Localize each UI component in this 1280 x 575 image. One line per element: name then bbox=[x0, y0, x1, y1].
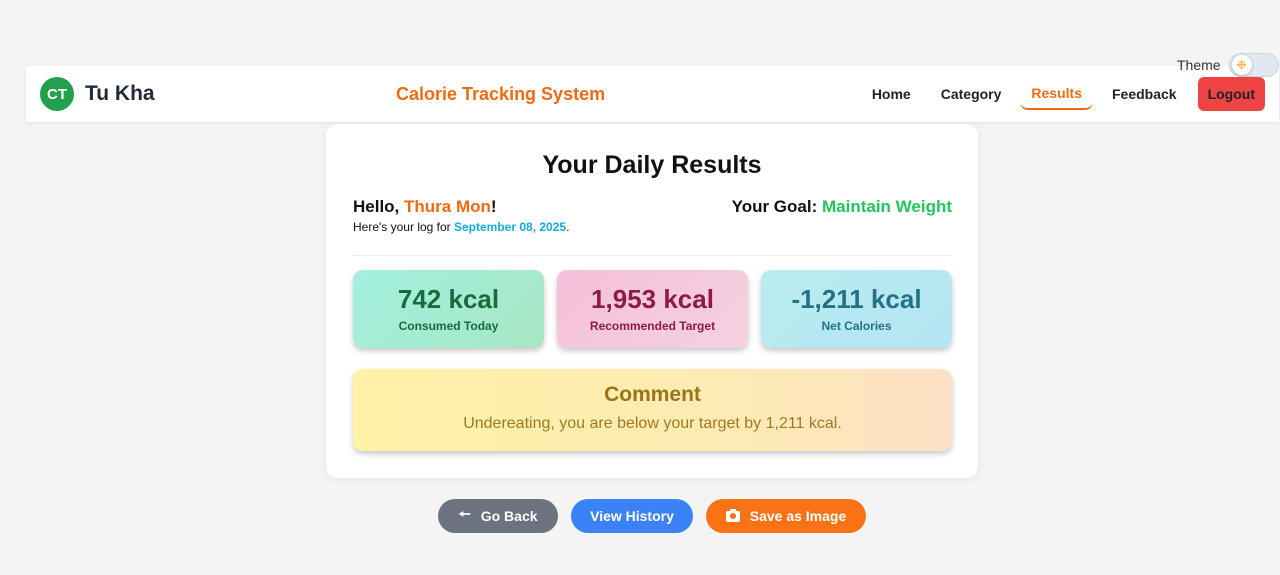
greeting: Hello, Thura Mon! bbox=[353, 197, 497, 217]
brand-name: Tu Kha bbox=[85, 82, 155, 105]
stat-label: Consumed Today bbox=[398, 319, 499, 333]
view-history-button[interactable]: View History bbox=[571, 499, 693, 533]
theme-label: Theme bbox=[1177, 57, 1221, 73]
stat-card-target: 1,953 kcal Recommended Target bbox=[557, 270, 748, 348]
stat-label: Net Calories bbox=[821, 319, 892, 333]
stat-value: 1,953 kcal bbox=[591, 284, 714, 314]
user-name: Thura Mon bbox=[404, 197, 491, 216]
goal-value: Maintain Weight bbox=[821, 197, 952, 216]
stat-card-consumed: 742 kcal Consumed Today bbox=[353, 270, 544, 348]
stat-label: Recommended Target bbox=[589, 319, 716, 333]
stat-value: 742 kcal bbox=[397, 284, 500, 314]
brand[interactable]: CT Tu Kha bbox=[40, 77, 155, 111]
save-as-image-label: Save as Image bbox=[749, 508, 847, 524]
log-date: September 08, 2025 bbox=[454, 220, 567, 234]
navbar: CT Tu Kha Calorie Tracking System Home C… bbox=[26, 66, 1279, 122]
nav-link-results[interactable]: Results bbox=[1020, 78, 1093, 110]
stat-card-net: -1,211 kcal Net Calories bbox=[761, 270, 952, 348]
page-title: Your Daily Results bbox=[542, 151, 762, 179]
goal: Your Goal: Maintain Weight bbox=[732, 197, 952, 217]
logo-badge: CT bbox=[40, 77, 74, 111]
go-back-button[interactable]: 🠔 Go Back bbox=[438, 499, 558, 533]
sun-icon: ❉ bbox=[1231, 55, 1252, 75]
nav-link-home[interactable]: Home bbox=[861, 79, 922, 109]
nav-links: Home Category Results Feedback Logout bbox=[853, 77, 1265, 111]
comment-title: Comment bbox=[604, 383, 701, 406]
go-back-label: Go Back bbox=[480, 508, 538, 524]
stat-value: -1,211 kcal bbox=[791, 284, 922, 314]
camera-icon bbox=[725, 508, 740, 522]
log-line: Here's your log for September 08, 2025. bbox=[353, 220, 569, 234]
arrow-left-icon: 🠔 bbox=[458, 506, 471, 522]
log-suffix: . bbox=[566, 220, 570, 234]
greeting-prefix: Hello, bbox=[353, 197, 405, 216]
action-buttons: 🠔 Go Back View History Save as Image bbox=[0, 499, 1280, 533]
theme-switch[interactable]: ❉ bbox=[1228, 53, 1279, 77]
goal-label: Your Goal: bbox=[731, 197, 822, 216]
comment-text: Undereating, you are below your target b… bbox=[463, 415, 842, 432]
comment-box: Comment Undereating, you are below your … bbox=[353, 369, 952, 451]
greeting-suffix: ! bbox=[490, 197, 497, 216]
nav-link-feedback[interactable]: Feedback bbox=[1101, 79, 1188, 109]
logout-button[interactable]: Logout bbox=[1197, 77, 1265, 111]
results-card: Your Daily Results Hello, Thura Mon! Her… bbox=[326, 124, 978, 478]
save-as-image-button[interactable]: Save as Image bbox=[706, 499, 866, 533]
system-title: Calorie Tracking System bbox=[396, 83, 606, 104]
log-prefix: Here's your log for bbox=[353, 220, 454, 234]
view-history-label: View History bbox=[590, 508, 674, 524]
theme-toggle: Theme ❉ bbox=[1177, 53, 1279, 77]
nav-link-category[interactable]: Category bbox=[930, 79, 1013, 109]
divider bbox=[353, 255, 952, 256]
